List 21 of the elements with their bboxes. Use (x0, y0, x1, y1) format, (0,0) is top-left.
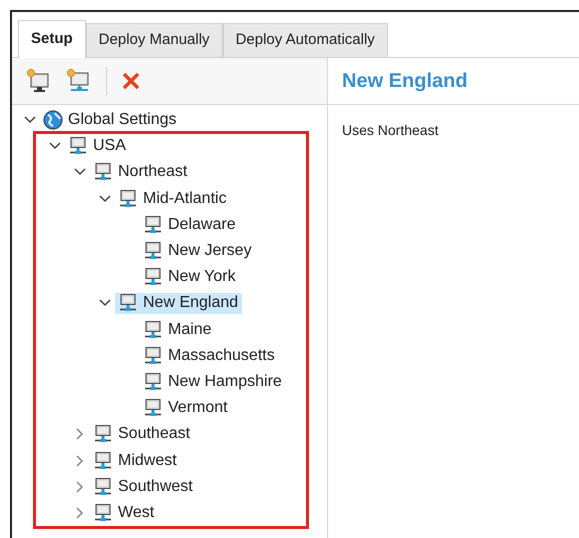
tree-item[interactable]: New York (140, 266, 240, 288)
details-title: New England (342, 69, 468, 94)
tree-item[interactable]: New Jersey (140, 240, 256, 262)
tab[interactable]: Deploy Manually (86, 23, 223, 57)
tree-item[interactable]: Southeast (90, 424, 194, 445)
tree-item[interactable]: Mid-Atlantic (115, 188, 231, 210)
tree-item[interactable]: Massachusetts (140, 345, 279, 366)
tree-item[interactable]: Global Settings (40, 110, 181, 131)
tree-item[interactable]: Northeast (90, 162, 192, 183)
tree-item[interactable]: USA (65, 136, 130, 157)
tab[interactable]: Deploy Automatically (222, 23, 388, 57)
tree-item[interactable]: Southwest (90, 476, 197, 498)
tree-item[interactable]: Maine (140, 319, 216, 340)
tree-item[interactable]: New Hampshire (140, 371, 286, 392)
tree-item[interactable]: Midwest (90, 450, 181, 472)
tree-item[interactable]: Vermont (140, 398, 232, 419)
tab[interactable]: Setup (18, 20, 86, 58)
tree-item[interactable]: New England (115, 292, 242, 314)
tree-item[interactable]: Delaware (140, 214, 240, 236)
details-text: Uses Northeast (342, 122, 438, 138)
tree-item[interactable]: West (90, 502, 158, 524)
